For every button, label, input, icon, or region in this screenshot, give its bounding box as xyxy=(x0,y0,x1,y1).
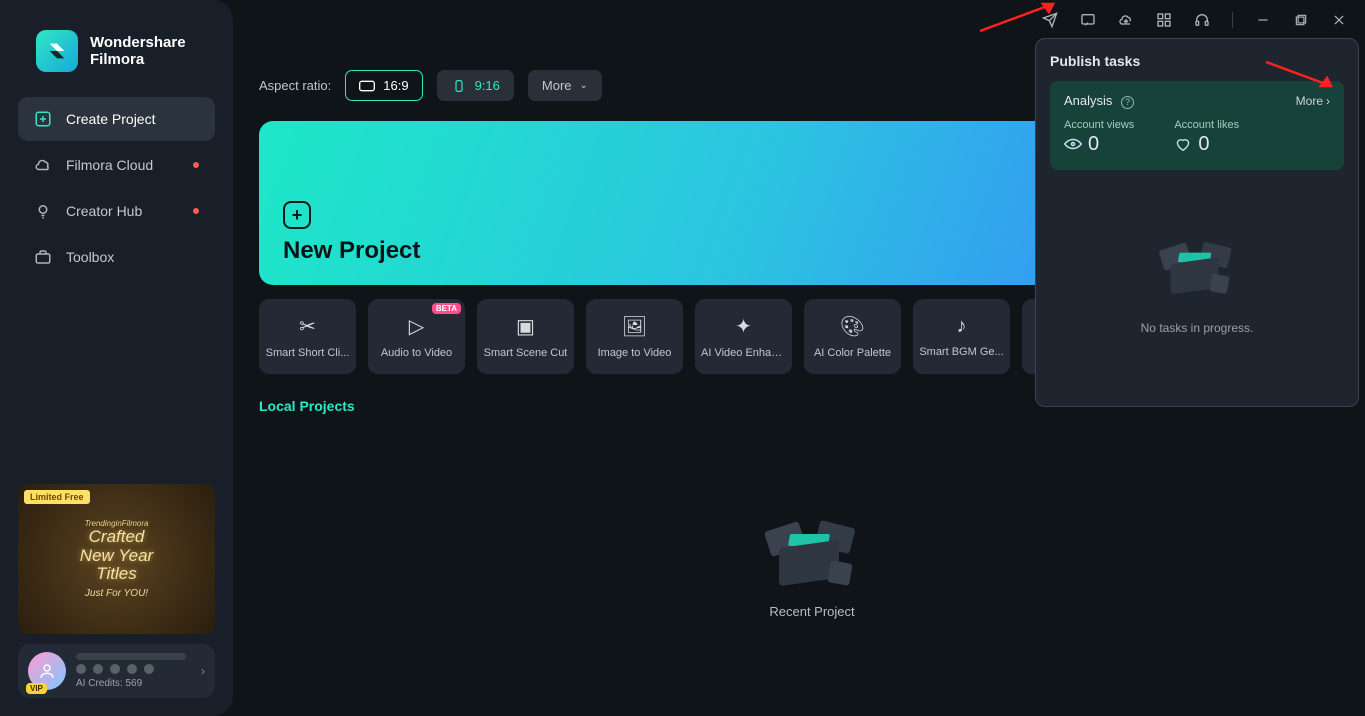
chevron-right-icon: › xyxy=(1326,94,1330,108)
chevron-down-icon: ⌄ xyxy=(580,80,588,91)
nav-label: Toolbox xyxy=(66,249,114,265)
notification-dot xyxy=(193,208,199,214)
sidebar: Wondershare Filmora Create Project Filmo… xyxy=(0,0,233,716)
message-icon[interactable] xyxy=(1080,12,1096,28)
nav: Create Project Filmora Cloud Creator Hub… xyxy=(18,97,215,279)
promo-tag: Limited Free xyxy=(24,490,90,504)
tool-smart-short-clips[interactable]: ✂︎ Smart Short Cli... xyxy=(259,299,356,374)
nav-create-project[interactable]: Create Project xyxy=(18,97,215,141)
publish-tasks-panel: Publish tasks Analysis ? More › Account … xyxy=(1035,38,1359,407)
avatar: VIP xyxy=(28,652,66,690)
aspect-label: Aspect ratio: xyxy=(259,78,331,93)
brand-line1: Wondershare xyxy=(90,34,186,51)
credits-bar xyxy=(76,653,186,660)
analysis-more[interactable]: More › xyxy=(1296,94,1330,108)
likes-value: 0 xyxy=(1198,133,1209,156)
nav-label: Filmora Cloud xyxy=(66,157,153,173)
no-tasks-label: No tasks in progress. xyxy=(1141,321,1254,335)
nav-creator-hub[interactable]: Creator Hub xyxy=(18,189,215,233)
tool-smart-bgm-generator[interactable]: ♪ Smart BGM Ge... xyxy=(913,299,1010,374)
brand-line2: Filmora xyxy=(90,51,186,68)
bgm-icon: ♪ xyxy=(957,315,967,338)
promo-card[interactable]: Limited Free TrendinginFilmora Crafted N… xyxy=(18,484,215,634)
chevron-right-icon: › xyxy=(201,664,205,678)
aspect-9-16[interactable]: 9:16 xyxy=(437,70,514,101)
image-video-icon: 🖼︎ xyxy=(622,314,647,339)
views-value: 0 xyxy=(1088,133,1099,156)
app-logo: Wondershare Filmora xyxy=(18,30,215,72)
help-icon[interactable]: ? xyxy=(1121,96,1134,109)
maximize-icon[interactable] xyxy=(1293,12,1309,28)
eye-icon xyxy=(1064,137,1082,151)
tool-ai-color-palette[interactable]: 🎨︎ AI Color Palette xyxy=(804,299,901,374)
credit-icon xyxy=(144,664,154,674)
cloud-icon xyxy=(34,156,52,174)
vip-badge: VIP xyxy=(26,683,47,694)
nav-toolbox[interactable]: Toolbox xyxy=(18,235,215,279)
credit-icon xyxy=(76,664,86,674)
palette-icon: 🎨︎ xyxy=(840,314,865,339)
separator xyxy=(1232,12,1233,28)
plus-box-icon xyxy=(34,110,52,128)
enhance-icon: ✦ xyxy=(735,314,752,339)
nav-label: Create Project xyxy=(66,111,155,127)
titlebar xyxy=(259,0,1365,40)
likes-label: Account likes xyxy=(1174,119,1239,131)
empty-box-icon xyxy=(767,512,857,592)
views-label: Account views xyxy=(1064,119,1134,131)
aspect-16-9[interactable]: 16:9 xyxy=(345,70,422,101)
cloud-upload-icon[interactable] xyxy=(1118,12,1134,28)
minimize-icon[interactable] xyxy=(1255,12,1271,28)
analysis-card: Analysis ? More › Account views 0 xyxy=(1050,81,1344,170)
recent-projects-empty: Recent Project xyxy=(259,414,1365,716)
headset-icon[interactable] xyxy=(1194,12,1210,28)
scene-cut-icon: ▣ xyxy=(516,314,535,339)
tool-ai-video-enhancer[interactable]: ✦ AI Video Enhan... xyxy=(695,299,792,374)
credits-label: AI Credits: 569 xyxy=(76,678,191,689)
close-icon[interactable] xyxy=(1331,12,1347,28)
analysis-label: Analysis xyxy=(1064,93,1112,108)
tool-audio-to-video[interactable]: BETA ▷ Audio to Video xyxy=(368,299,465,374)
promo-sub: Just For YOU! xyxy=(85,588,148,599)
logo-icon xyxy=(36,30,78,72)
send-icon[interactable] xyxy=(1042,12,1058,28)
apps-icon[interactable] xyxy=(1156,12,1172,28)
aspect-more[interactable]: More ⌄ xyxy=(528,70,602,101)
tool-smart-scene-cut[interactable]: ▣ Smart Scene Cut xyxy=(477,299,574,374)
nav-label: Creator Hub xyxy=(66,203,142,219)
toolbox-icon xyxy=(34,248,52,266)
credit-icon xyxy=(93,664,103,674)
nav-filmora-cloud[interactable]: Filmora Cloud xyxy=(18,143,215,187)
plus-icon: + xyxy=(283,201,311,229)
empty-box-icon xyxy=(1161,235,1233,299)
recent-project-label: Recent Project xyxy=(769,604,854,619)
user-row[interactable]: VIP AI Credits: 569 › xyxy=(18,644,215,698)
credit-icon xyxy=(127,664,137,674)
credit-icon xyxy=(110,664,120,674)
scissors-icon: ✂︎ xyxy=(299,314,316,339)
publish-title: Publish tasks xyxy=(1050,53,1344,69)
audio-video-icon: ▷ xyxy=(409,314,424,339)
heart-icon xyxy=(1174,137,1192,151)
beta-badge: BETA xyxy=(432,303,461,314)
tool-image-to-video[interactable]: 🖼︎ Image to Video xyxy=(586,299,683,374)
main: Aspect ratio: 16:9 9:16 More ⌄ + New Pro… xyxy=(233,0,1365,716)
bulb-icon xyxy=(34,202,52,220)
notification-dot xyxy=(193,162,199,168)
